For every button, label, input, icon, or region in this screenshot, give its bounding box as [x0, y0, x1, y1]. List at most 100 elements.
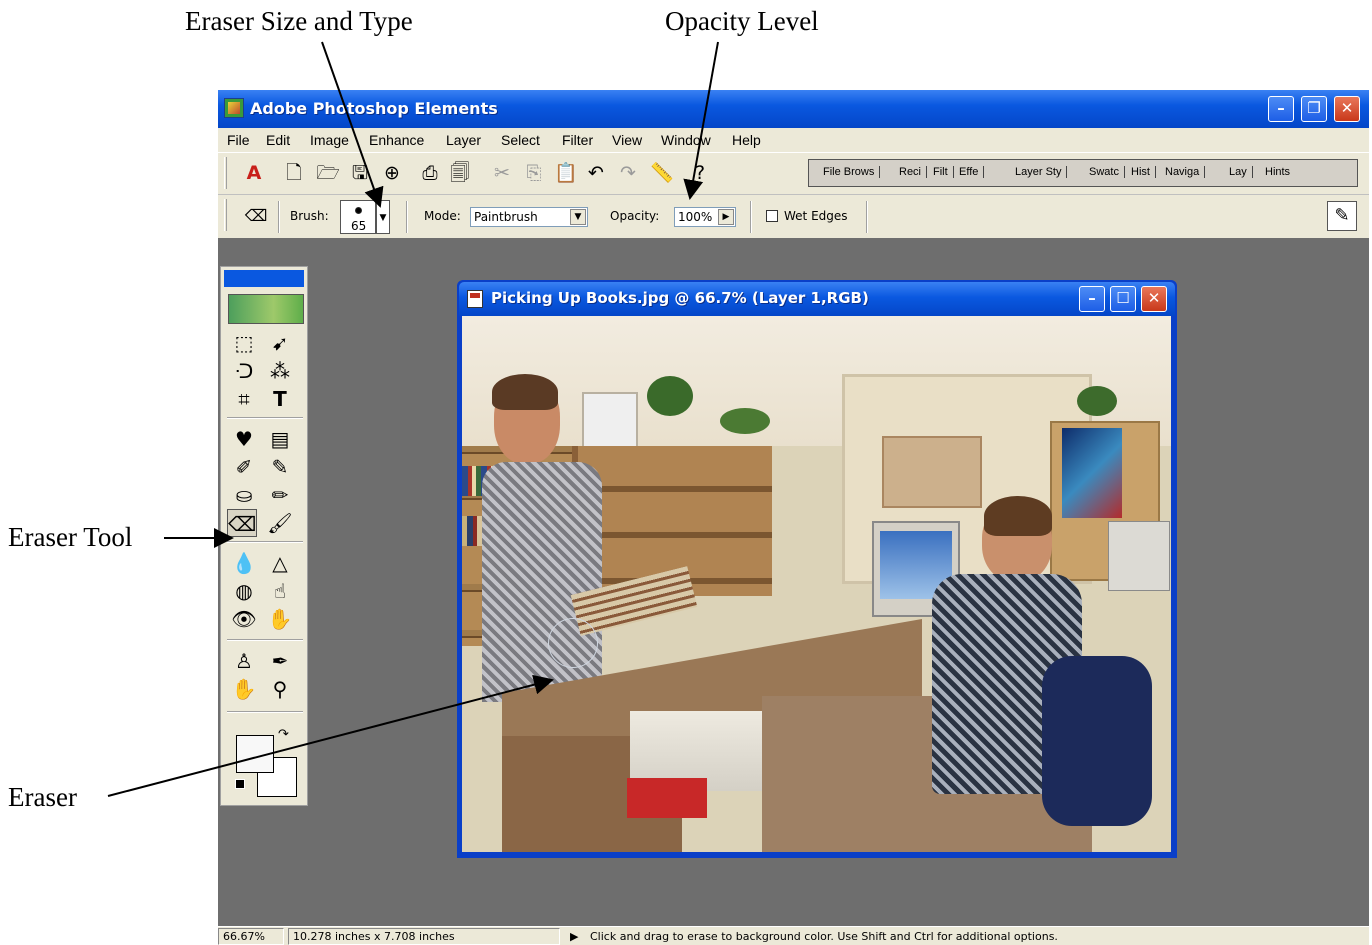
brush-tool-icon[interactable]: ✎ [265, 453, 295, 481]
pencil-tool-icon[interactable]: ✏ [265, 481, 295, 509]
menu-view[interactable]: View [612, 132, 642, 148]
wet-edges-label: Wet Edges [784, 209, 848, 223]
tab-navigator[interactable]: Naviga [1165, 166, 1206, 178]
zoom-tool-icon[interactable]: ⚲ [265, 675, 295, 703]
callout-eraser: Eraser [8, 782, 77, 812]
blur-tool-icon[interactable]: 💧 [229, 549, 259, 577]
document-titlebar[interactable]: Picking Up Books.jpg @ 66.7% (Layer 1,RG… [459, 282, 1175, 316]
menu-file[interactable]: File [227, 132, 250, 148]
paint-bucket-tool-icon[interactable]: ⛀ [229, 481, 259, 509]
clone-stamp-tool-icon[interactable]: ♙ [229, 647, 259, 675]
photo-person-left-shirt [482, 462, 602, 702]
tab-filters[interactable]: Filt [933, 166, 954, 178]
redo-icon[interactable]: ↷ [616, 161, 640, 185]
save-web-icon[interactable]: ⊕ [380, 161, 404, 185]
magic-wand-tool-icon[interactable]: ⁂ [265, 357, 295, 385]
chevron-down-icon[interactable]: ▼ [570, 209, 586, 225]
menu-help[interactable]: Help [732, 132, 761, 148]
open-file-icon[interactable]: 🗁 [316, 161, 340, 185]
doc-minimize-button[interactable]: – [1079, 286, 1105, 312]
lasso-tool-icon[interactable]: ᑝ [229, 357, 259, 385]
paste-icon[interactable]: 📋 [554, 161, 578, 185]
brush-presets-button[interactable]: ✎ [1327, 201, 1357, 231]
help-icon[interactable]: ? [688, 161, 712, 185]
mode-select[interactable]: Paintbrush ▼ [470, 207, 588, 227]
tab-history[interactable]: Hist [1131, 166, 1156, 178]
document-title: Picking Up Books.jpg @ 66.7% (Layer 1,RG… [491, 289, 869, 307]
menu-image[interactable]: Image [310, 132, 349, 148]
cut-icon[interactable]: ✂ [490, 161, 514, 185]
menu-bar: File Edit Image Enhance Layer Select Fil… [218, 128, 1369, 152]
print-preview-icon[interactable]: 🗐 [448, 161, 472, 185]
menu-window[interactable]: Window [661, 132, 711, 148]
chevron-right-icon[interactable]: ▶ [718, 209, 734, 225]
options-grip[interactable] [224, 199, 227, 231]
canvas-photo[interactable] [462, 316, 1171, 852]
hand-tool-icon[interactable]: ✋ [229, 675, 259, 703]
options-bar: ⌫ Brush: 65 ▼ Mode: Paintbrush ▼ Opacity… [218, 194, 1369, 238]
ruler-icon[interactable]: 📏 [650, 161, 674, 185]
menu-enhance[interactable]: Enhance [369, 132, 424, 148]
minimize-icon: – [1277, 99, 1285, 117]
eraser-tool-icon[interactable]: ⌫ [227, 509, 257, 537]
selection-brush-tool-icon[interactable]: ✐ [229, 453, 259, 481]
photo-person-left-hair [492, 374, 558, 410]
burn-tool-icon[interactable]: ✋ [265, 605, 295, 633]
menu-select[interactable]: Select [501, 132, 540, 148]
swap-colors-icon[interactable]: ↷ [278, 727, 289, 742]
zoom-field[interactable]: 66.67% [218, 928, 284, 945]
marquee-tool-icon[interactable]: ⬚ [229, 329, 259, 357]
foreground-color-swatch[interactable] [236, 735, 274, 773]
tab-hints[interactable]: Hints [1265, 166, 1295, 178]
tab-swatches[interactable]: Swatc [1089, 166, 1125, 178]
photoshop-elements-icon [224, 98, 244, 118]
doc-maximize-button[interactable]: ☐ [1110, 286, 1136, 312]
copy-icon[interactable]: ⎘ [522, 161, 546, 185]
status-bar: 66.67% 10.278 inches x 7.708 inches ▶ Cl… [218, 926, 1369, 945]
new-file-icon[interactable]: 🗋 [282, 161, 306, 185]
app-titlebar[interactable]: Adobe Photoshop Elements – ❐ ✕ [218, 90, 1369, 128]
eyedropper-tool-icon[interactable]: ✒ [265, 647, 295, 675]
custom-shape-tool-icon[interactable]: ♥ [229, 425, 259, 453]
sponge-tool-icon[interactable]: ◍ [229, 577, 259, 605]
impressionist-brush-tool-icon[interactable]: 🖌 [265, 509, 295, 537]
toolbar-grip[interactable] [224, 157, 227, 189]
document-size: 10.278 inches x 7.708 inches [288, 928, 560, 945]
menu-edit[interactable]: Edit [266, 132, 290, 148]
callout-eraser-tool: Eraser Tool [8, 522, 133, 552]
print-icon[interactable]: ⎙ [418, 161, 442, 185]
minimize-button[interactable]: – [1268, 96, 1294, 122]
red-eye-tool-icon[interactable]: 👁 [229, 605, 259, 633]
status-arrow-icon[interactable]: ▶ [570, 930, 578, 943]
gradient-tool-icon[interactable]: ▤ [265, 425, 295, 453]
crop-tool-icon[interactable]: ⌗ [229, 385, 259, 413]
tab-file-browser[interactable]: File Brows [823, 166, 881, 178]
brush-preview[interactable]: 65 [340, 200, 376, 234]
restore-icon: ❐ [1307, 99, 1321, 117]
restore-button[interactable]: ❐ [1301, 96, 1327, 122]
type-tool-icon[interactable]: T [265, 385, 295, 413]
close-button[interactable]: ✕ [1334, 96, 1360, 122]
undo-icon[interactable]: ↶ [584, 161, 608, 185]
menu-filter[interactable]: Filter [562, 132, 593, 148]
tab-effects[interactable]: Effe [959, 166, 985, 178]
eraser-cursor [548, 618, 598, 668]
wet-edges-checkbox[interactable] [766, 210, 778, 222]
smudge-tool-icon[interactable]: ☝ [265, 577, 295, 605]
opacity-input[interactable]: 100% ▶ [674, 207, 736, 227]
tab-layer-styles[interactable]: Layer Sty [1015, 166, 1068, 178]
sharpen-tool-icon[interactable]: △ [265, 549, 295, 577]
menu-layer[interactable]: Layer [446, 132, 481, 148]
opacity-value: 100% [678, 210, 713, 224]
move-tool-icon[interactable]: ➹ [265, 329, 295, 357]
save-icon[interactable]: 🖫 [348, 161, 372, 185]
elements-logo[interactable] [228, 294, 304, 324]
tab-layers[interactable]: Lay [1229, 166, 1253, 178]
default-colors-icon[interactable] [235, 779, 245, 789]
close-icon: ✕ [1147, 289, 1161, 307]
brush-dropdown-button[interactable]: ▼ [376, 200, 390, 234]
tab-recipes[interactable]: Reci [899, 166, 928, 178]
toolbox-titlebar[interactable] [224, 270, 304, 287]
adobe-logo-icon[interactable]: A [242, 161, 266, 185]
doc-close-button[interactable]: ✕ [1141, 286, 1167, 312]
